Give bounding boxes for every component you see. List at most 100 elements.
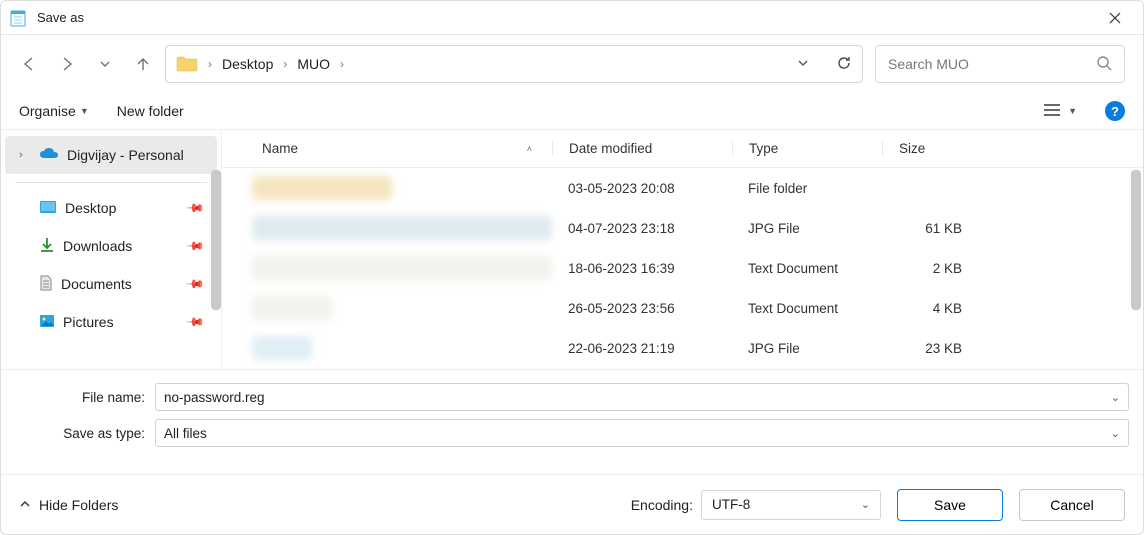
file-row[interactable]: 26-05-2023 23:56 Text Document 4 KB: [222, 288, 1143, 328]
title-bar: Save as: [1, 1, 1143, 35]
chevron-down-icon: ⌄: [1111, 427, 1120, 440]
sidebar-item-downloads[interactable]: Downloads 📌: [5, 227, 217, 265]
view-options-button[interactable]: ▼: [1044, 103, 1077, 120]
sidebar-item-onedrive[interactable]: › Digvijay - Personal: [5, 136, 217, 174]
chevron-down-icon: ⌄: [861, 498, 870, 511]
sidebar-item-label: Downloads: [63, 238, 132, 254]
save-button[interactable]: Save: [897, 489, 1003, 521]
chevron-up-icon: [19, 497, 31, 513]
sidebar-item-label: Documents: [61, 276, 132, 292]
organise-button[interactable]: Organise ▼: [19, 103, 89, 119]
encoding-select[interactable]: UTF-8 ⌄: [701, 490, 881, 520]
saveastype-select[interactable]: All files ⌄: [155, 419, 1129, 447]
file-row[interactable]: 04-07-2023 23:18 JPG File 61 KB: [222, 208, 1143, 248]
file-list-scrollbar-track[interactable]: [1129, 130, 1143, 369]
file-list-scrollbar-thumb[interactable]: [1131, 170, 1141, 310]
chevron-right-icon: ›: [19, 149, 31, 161]
column-headers: Name ˄ Date modified Type Size: [222, 130, 1143, 168]
breadcrumb-segment[interactable]: Desktop: [222, 56, 273, 72]
column-label: Name: [262, 141, 298, 156]
file-type: Text Document: [732, 301, 882, 316]
sidebar-item-label: Digvijay - Personal: [67, 147, 184, 163]
file-type: File folder: [732, 181, 882, 196]
encoding-label: Encoding:: [631, 497, 693, 513]
chevron-down-icon: ▼: [80, 106, 89, 116]
notepad-icon: [9, 9, 27, 27]
cancel-button[interactable]: Cancel: [1019, 489, 1125, 521]
document-icon: [39, 275, 53, 294]
file-size: 2 KB: [882, 261, 982, 276]
breadcrumb-sep-icon: ›: [340, 57, 344, 71]
file-row[interactable]: 18-06-2023 16:39 Text Document 2 KB: [222, 248, 1143, 288]
encoding-value: UTF-8: [712, 497, 750, 512]
column-label: Type: [749, 141, 778, 156]
file-date: 18-06-2023 16:39: [552, 261, 732, 276]
column-header-name[interactable]: Name ˄: [222, 141, 552, 156]
back-button[interactable]: [19, 54, 39, 74]
file-date: 03-05-2023 20:08: [552, 181, 732, 196]
cancel-label: Cancel: [1050, 497, 1094, 513]
file-name-redacted: [252, 216, 552, 240]
file-row[interactable]: 22-06-2023 21:19 JPG File 23 KB: [222, 328, 1143, 368]
recent-chevron-icon[interactable]: [95, 54, 115, 74]
close-button[interactable]: [1095, 1, 1135, 35]
filename-row: File name: no-password.reg ⌄: [1, 380, 1143, 414]
filename-value: no-password.reg: [164, 390, 265, 405]
pin-icon: 📌: [185, 274, 205, 294]
saveastype-value: All files: [164, 426, 207, 441]
save-label: Save: [934, 497, 966, 513]
column-label: Size: [899, 141, 925, 156]
file-name-redacted: [252, 336, 312, 360]
sidebar: › Digvijay - Personal Desktop 📌 Download…: [1, 130, 221, 369]
file-type: JPG File: [732, 341, 882, 356]
sidebar-item-documents[interactable]: Documents 📌: [5, 265, 217, 303]
organise-label: Organise: [19, 103, 76, 119]
file-date: 04-07-2023 23:18: [552, 221, 732, 236]
column-header-date[interactable]: Date modified: [552, 141, 732, 156]
download-icon: [39, 237, 55, 256]
breadcrumb-segment[interactable]: MUO: [297, 56, 330, 72]
column-label: Date modified: [569, 141, 652, 156]
breadcrumb-dropdown-icon[interactable]: [796, 56, 810, 73]
search-placeholder: Search MUO: [888, 56, 969, 72]
help-button[interactable]: ?: [1105, 101, 1125, 121]
filename-label: File name:: [15, 390, 155, 405]
sidebar-item-pictures[interactable]: Pictures 📌: [5, 303, 217, 341]
sidebar-separator: [15, 182, 207, 183]
bottom-bar: Hide Folders Encoding: UTF-8 ⌄ Save Canc…: [1, 474, 1143, 534]
file-type: JPG File: [732, 221, 882, 236]
search-input[interactable]: Search MUO: [875, 45, 1125, 83]
nav-row: › Desktop › MUO › Search MUO: [1, 35, 1143, 93]
column-header-size[interactable]: Size: [882, 141, 982, 156]
file-size: 23 KB: [882, 341, 982, 356]
pin-icon: 📌: [185, 312, 205, 332]
new-folder-label: New folder: [117, 103, 184, 119]
forward-button[interactable]: [57, 54, 77, 74]
sidebar-item-desktop[interactable]: Desktop 📌: [5, 189, 217, 227]
column-header-type[interactable]: Type: [732, 141, 882, 156]
file-name-redacted: [252, 176, 392, 200]
search-icon: [1096, 55, 1112, 74]
chevron-down-icon: ▼: [1068, 106, 1077, 116]
up-button[interactable]: [133, 54, 153, 74]
new-folder-button[interactable]: New folder: [117, 103, 184, 119]
sidebar-item-label: Desktop: [65, 200, 116, 216]
pictures-icon: [39, 314, 55, 331]
toolbar: Organise ▼ New folder ▼ ?: [1, 93, 1143, 129]
pin-icon: 📌: [185, 236, 205, 256]
folder-icon: [176, 55, 198, 73]
file-date: 22-06-2023 21:19: [552, 341, 732, 356]
breadcrumb-sep-icon: ›: [283, 57, 287, 71]
sidebar-scrollbar[interactable]: [211, 170, 221, 310]
file-name-redacted: [252, 256, 552, 280]
filename-input[interactable]: no-password.reg ⌄: [155, 383, 1129, 411]
breadcrumb-bar[interactable]: › Desktop › MUO ›: [165, 45, 863, 83]
saveastype-row: Save as type: All files ⌄: [1, 416, 1143, 450]
file-type: Text Document: [732, 261, 882, 276]
file-row[interactable]: 03-05-2023 20:08 File folder: [222, 168, 1143, 208]
hide-folders-button[interactable]: Hide Folders: [19, 497, 118, 513]
breadcrumb-sep-icon: ›: [208, 57, 212, 71]
file-size: 4 KB: [882, 301, 982, 316]
chevron-down-icon: ⌄: [1111, 391, 1120, 404]
refresh-button[interactable]: [836, 55, 852, 74]
